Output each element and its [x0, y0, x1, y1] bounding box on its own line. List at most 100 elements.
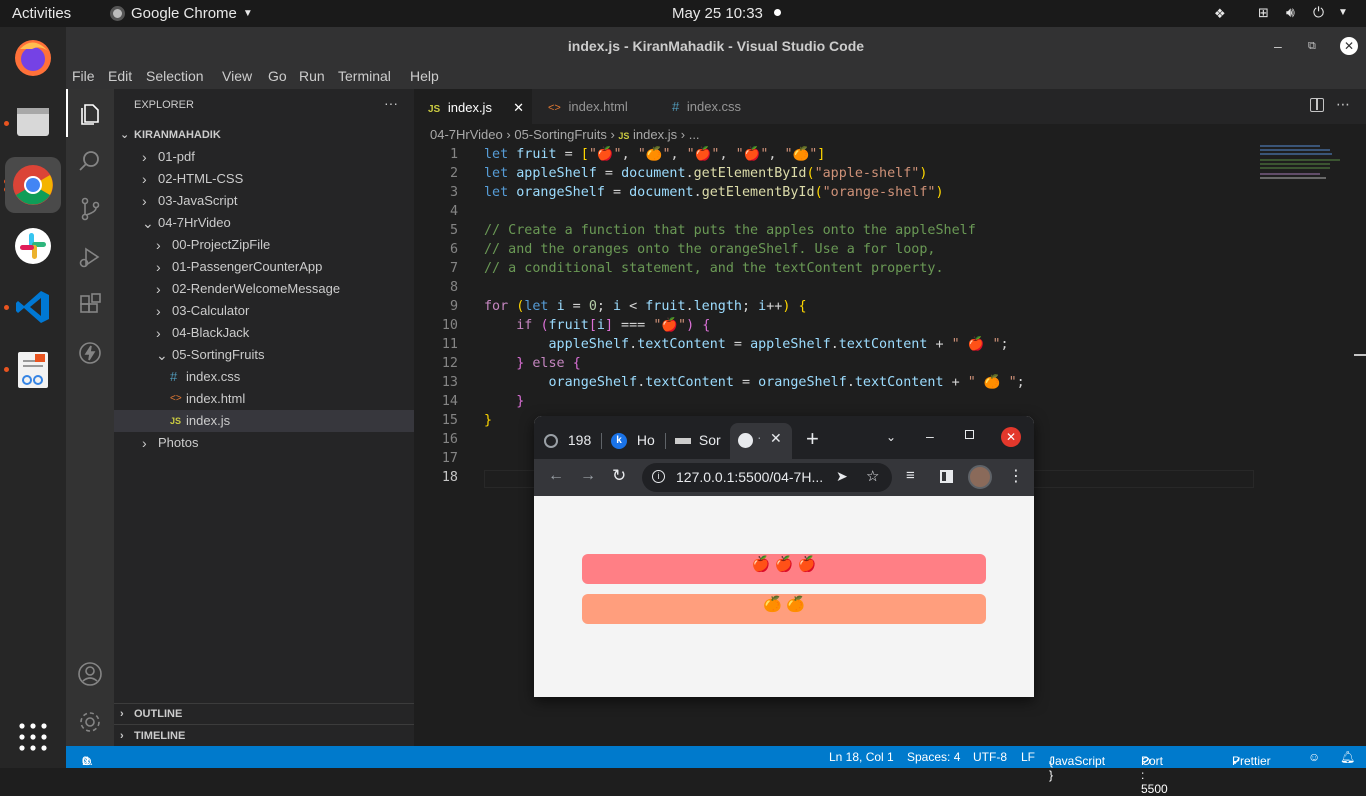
files-icon[interactable]	[10, 98, 56, 144]
tree-folder[interactable]: › 03-JavaScript	[114, 190, 414, 212]
menu-run[interactable]: Run	[299, 68, 325, 84]
vscode-icon[interactable]	[10, 284, 56, 330]
tree-folder[interactable]: ⌄ 04-7HrVideo	[114, 212, 414, 234]
menu-view[interactable]: View	[222, 68, 252, 84]
tree-folder[interactable]: ⌄ 05-SortingFruits	[114, 344, 414, 366]
tree-folder[interactable]: › Photos	[114, 432, 414, 454]
run-debug-icon[interactable]	[66, 233, 114, 281]
profile-avatar[interactable]	[968, 465, 992, 489]
chevron-right-icon: ›	[120, 730, 124, 742]
menu-edit[interactable]: Edit	[108, 68, 132, 84]
source-control-icon[interactable]	[66, 185, 114, 233]
line-number: 18	[441, 470, 458, 485]
settings-gear-icon[interactable]	[66, 698, 114, 746]
show-applications-icon[interactable]	[18, 722, 48, 752]
text-editor-icon[interactable]	[10, 347, 56, 393]
send-icon[interactable]: ➤	[836, 468, 848, 485]
tree-folder[interactable]: › 01-pdf	[114, 146, 414, 168]
search-icon[interactable]	[66, 137, 114, 185]
tab-index-css[interactable]: # index.css	[658, 89, 774, 124]
network-indicator-icon[interactable]: ❖	[1214, 6, 1226, 22]
power-icon[interactable]: ⏻	[1313, 4, 1324, 21]
close-window-icon[interactable]: ✕	[1340, 37, 1358, 55]
accounts-icon[interactable]	[66, 650, 114, 698]
menu-file[interactable]: File	[72, 68, 95, 84]
tree-folder[interactable]: › 02-HTML-CSS	[114, 168, 414, 190]
tree-file[interactable]: <> index.html	[114, 388, 414, 410]
tree-file[interactable]: # index.css	[114, 366, 414, 388]
breadcrumb-item[interactable]: 04-7HrVideo	[430, 127, 503, 142]
more-actions-icon[interactable]: ⋯	[1336, 96, 1350, 113]
minimap[interactable]	[1260, 145, 1352, 181]
extensions-icon[interactable]	[66, 281, 114, 329]
breadcrumb-item[interactable]: ...	[689, 127, 700, 142]
clock[interactable]: May 25 10:33	[672, 5, 763, 22]
line-number: 2	[449, 166, 458, 181]
notification-dot	[774, 9, 781, 16]
breadcrumb-item[interactable]: index.js	[633, 127, 677, 142]
maximize-icon[interactable]	[965, 430, 974, 439]
tab-search-icon[interactable]: ⌄	[886, 430, 896, 444]
feedback-icon[interactable]: ☺	[1308, 750, 1320, 764]
activities-button[interactable]: Activities	[12, 5, 71, 22]
timeline-section[interactable]: › TIMELINE	[114, 725, 414, 747]
app-menu[interactable]: Google Chrome ▼	[110, 5, 253, 22]
split-editor-icon[interactable]	[1310, 98, 1324, 112]
firefox-icon[interactable]	[10, 35, 56, 81]
media-controls-icon[interactable]: ≡	[906, 467, 915, 484]
tab-index-html[interactable]: <> index.html	[534, 89, 656, 124]
close-window-icon[interactable]: ✕	[1001, 427, 1021, 447]
bookmark-star-icon[interactable]: ☆	[866, 467, 879, 485]
indentation[interactable]: Spaces: 4	[907, 750, 960, 764]
notifications-bell-icon[interactable]: 🔔︎	[1340, 750, 1355, 764]
tree-item-label: 03-JavaScript	[158, 193, 238, 208]
address-bar[interactable]: i 127.0.0.1:5500/04-7H... ➤ ☆	[642, 463, 892, 492]
encoding[interactable]: UTF-8	[973, 750, 1007, 764]
slack-icon[interactable]	[10, 223, 56, 269]
chrome-menu-icon[interactable]: ⋮	[1008, 466, 1024, 486]
breadcrumb-item[interactable]: 05-SortingFruits	[514, 127, 606, 142]
explorer-more-button[interactable]: ···	[384, 95, 398, 111]
explorer-icon[interactable]	[66, 89, 114, 137]
chrome-tab[interactable]: 198	[544, 425, 604, 455]
close-tab-icon[interactable]: ✕	[513, 90, 524, 125]
menu-terminal[interactable]: Terminal	[338, 68, 391, 84]
tab-index-js[interactable]: JS index.js ✕	[414, 89, 532, 124]
tree-item-label: 01-pdf	[158, 149, 195, 164]
end-of-line[interactable]: LF	[1021, 750, 1035, 764]
tree-folder[interactable]: › 02-RenderWelcomeMessage	[114, 278, 414, 300]
tree-folder[interactable]: › 03-Calculator	[114, 300, 414, 322]
chrome-icon[interactable]	[5, 157, 61, 213]
menu-help[interactable]: Help	[410, 68, 439, 84]
live-share-icon[interactable]	[66, 329, 114, 377]
menu-go[interactable]: Go	[268, 68, 287, 84]
minimize-icon[interactable]: –	[1274, 27, 1282, 65]
menu-selection[interactable]: Selection	[146, 68, 204, 84]
tree-folder[interactable]: › 04-BlackJack	[114, 322, 414, 344]
chrome-tab-active[interactable]: · ✕	[730, 423, 792, 459]
chrome-tab[interactable]: Sor	[675, 425, 725, 455]
restore-icon[interactable]: ⧉	[1308, 27, 1316, 65]
chrome-tab[interactable]: k Ho	[611, 425, 661, 455]
site-info-icon[interactable]: i	[652, 470, 665, 483]
forward-icon[interactable]: →	[580, 467, 596, 485]
side-panel-icon[interactable]	[940, 470, 953, 483]
tree-folder[interactable]: › 00-ProjectZipFile	[114, 234, 414, 256]
chrome-tab-strip: 198 k Ho Sor · ✕ + ⌄ – ✕	[534, 416, 1034, 459]
minimize-icon[interactable]: –	[926, 428, 934, 444]
wired-network-icon[interactable]: ⊞	[1258, 5, 1269, 21]
running-indicator	[4, 121, 9, 126]
volume-icon[interactable]: 🔊︎	[1286, 4, 1295, 21]
system-menu-caret-icon[interactable]: ▼	[1338, 7, 1348, 18]
new-tab-icon[interactable]: +	[806, 426, 819, 452]
cursor-position[interactable]: Ln 18, Col 1	[829, 750, 894, 764]
workspace-root-label: KIRANMAHADIK	[134, 129, 221, 141]
back-icon[interactable]: ←	[548, 467, 564, 485]
workspace-root[interactable]: ⌄ KIRANMAHADIK	[114, 124, 414, 146]
outline-section[interactable]: › OUTLINE	[114, 703, 414, 725]
close-tab-icon[interactable]: ✕	[770, 430, 782, 447]
tree-item-label: 00-ProjectZipFile	[172, 237, 271, 252]
reload-icon[interactable]: ↻	[612, 466, 626, 486]
tree-folder[interactable]: › 01-PassengerCounterApp	[114, 256, 414, 278]
tree-file[interactable]: JS index.js	[114, 410, 414, 432]
